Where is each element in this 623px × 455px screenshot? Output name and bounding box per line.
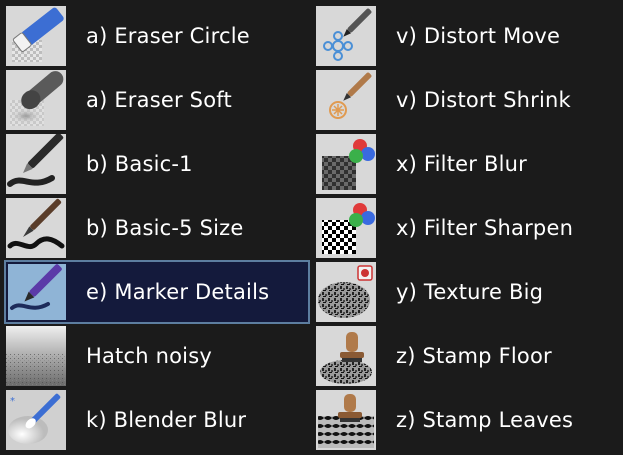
brush-item-stamp-floor[interactable]: z) Stamp Floor	[314, 324, 620, 388]
filter-sharpen-icon	[316, 198, 376, 258]
marker-icon	[8, 264, 66, 320]
brush-item-basic-5-size[interactable]: b) Basic-5 Size	[4, 196, 310, 260]
brush-item-label: b) Basic-5 Size	[86, 216, 244, 240]
blender-icon: *	[6, 390, 66, 450]
brush-item-label: z) Stamp Leaves	[396, 408, 574, 432]
brush-item-label: k) Blender Blur	[86, 408, 247, 432]
brush-item-label: a) Eraser Circle	[86, 24, 250, 48]
brush-item-label: b) Basic-1	[86, 152, 193, 176]
brush-item-label: a) Eraser Soft	[86, 88, 232, 112]
brush-item-hatch-noisy[interactable]: Hatch noisy	[4, 324, 310, 388]
brush-item-label: x) Filter Sharpen	[396, 216, 574, 240]
brush-item-label: y) Texture Big	[396, 280, 544, 304]
stamp-leaves-icon	[316, 390, 376, 450]
brush-item-texture-big[interactable]: y) Texture Big	[314, 260, 620, 324]
brush-item-eraser-soft[interactable]: a) Eraser Soft	[4, 68, 310, 132]
eraser-soft-icon	[6, 70, 66, 130]
distort-shrink-icon	[316, 70, 376, 130]
brush-list-right-column: v) Distort Move v) Distort Shrink x) Fil…	[314, 4, 620, 452]
brush-item-label: Hatch noisy	[86, 344, 212, 368]
eraser-circle-icon	[6, 6, 66, 66]
brush-item-blender-blur[interactable]: * k) Blender Blur	[4, 388, 310, 452]
brush-item-label: z) Stamp Floor	[396, 344, 552, 368]
brush-item-label: v) Distort Move	[396, 24, 561, 48]
hatch-noise-icon	[6, 326, 66, 386]
brush-item-label: e) Marker Details	[86, 280, 270, 304]
brush-preset-panel: a) Eraser Circle a) Eraser Soft b) Basic…	[0, 0, 623, 455]
pen-basic-icon	[6, 134, 66, 194]
brush-item-stamp-leaves[interactable]: z) Stamp Leaves	[314, 388, 620, 452]
brush-item-distort-shrink[interactable]: v) Distort Shrink	[314, 68, 620, 132]
pen-size-icon	[6, 198, 66, 258]
brush-list-left-column: a) Eraser Circle a) Eraser Soft b) Basic…	[4, 4, 310, 452]
brush-item-filter-sharpen[interactable]: x) Filter Sharpen	[314, 196, 620, 260]
svg-text:*: *	[10, 396, 15, 407]
filter-blur-icon	[316, 134, 376, 194]
brush-item-basic-1[interactable]: b) Basic-1	[4, 132, 310, 196]
brush-item-eraser-circle[interactable]: a) Eraser Circle	[4, 4, 310, 68]
stamp-floor-icon	[316, 326, 376, 386]
brush-item-filter-blur[interactable]: x) Filter Blur	[314, 132, 620, 196]
brush-item-distort-move[interactable]: v) Distort Move	[314, 4, 620, 68]
brush-item-label: x) Filter Blur	[396, 152, 527, 176]
texture-icon	[316, 262, 376, 322]
distort-move-icon	[316, 6, 376, 66]
brush-item-marker-details[interactable]: e) Marker Details	[4, 260, 310, 324]
brush-item-label: v) Distort Shrink	[396, 88, 571, 112]
